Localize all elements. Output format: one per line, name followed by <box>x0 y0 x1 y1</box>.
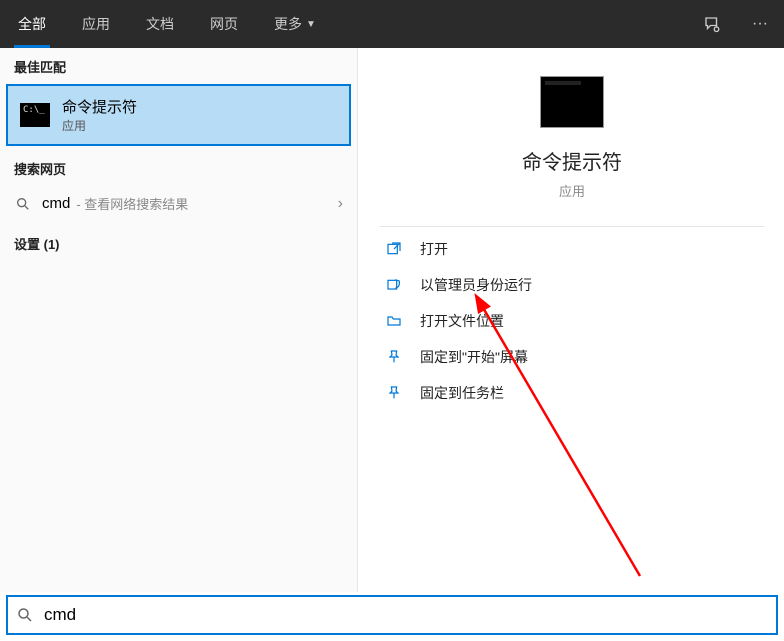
action-label: 以管理员身份运行 <box>420 275 532 295</box>
detail-subtitle: 应用 <box>559 181 585 200</box>
chevron-down-icon: ▼ <box>306 19 316 30</box>
tab-web[interactable]: 网页 <box>192 0 256 48</box>
search-bar[interactable] <box>6 595 778 635</box>
search-input[interactable] <box>44 605 768 625</box>
cmd-icon: C:\_ <box>20 103 50 127</box>
best-match-subtitle: 应用 <box>62 117 137 134</box>
more-icon[interactable]: ··· <box>736 0 784 48</box>
web-hint: - 查看网络搜索结果 <box>76 194 188 213</box>
action-open[interactable]: 打开 <box>380 231 764 267</box>
tab-label: 网页 <box>210 14 238 34</box>
divider <box>380 226 764 227</box>
tab-more[interactable]: 更多 ▼ <box>256 0 334 48</box>
best-match-item[interactable]: C:\_ 命令提示符 应用 <box>6 84 351 146</box>
tab-label: 应用 <box>82 14 110 34</box>
shield-icon <box>384 275 404 295</box>
chevron-right-icon: › <box>338 195 343 213</box>
top-tab-bar: 全部 应用 文档 网页 更多 ▼ ··· <box>0 0 784 48</box>
app-thumbnail-icon <box>540 76 604 128</box>
tab-label: 全部 <box>18 14 46 34</box>
tab-label: 更多 <box>274 14 302 34</box>
action-label: 打开 <box>420 239 448 259</box>
tab-all[interactable]: 全部 <box>0 0 64 48</box>
tab-docs[interactable]: 文档 <box>128 0 192 48</box>
section-settings: 设置 (1) <box>0 225 357 257</box>
search-icon <box>14 195 32 213</box>
section-search-web: 搜索网页 <box>0 150 357 182</box>
best-match-title: 命令提示符 <box>62 96 137 117</box>
folder-icon <box>384 311 404 331</box>
action-label: 打开文件位置 <box>420 311 504 331</box>
action-pin-taskbar[interactable]: 固定到任务栏 <box>380 375 764 411</box>
action-run-admin[interactable]: 以管理员身份运行 <box>380 267 764 303</box>
detail-title: 命令提示符 <box>522 146 622 175</box>
results-panel: 最佳匹配 C:\_ 命令提示符 应用 搜索网页 cmd - 查看网络搜索结果 ›… <box>0 48 358 592</box>
web-search-item[interactable]: cmd - 查看网络搜索结果 › <box>0 182 357 225</box>
section-best-match: 最佳匹配 <box>0 48 357 80</box>
web-query: cmd <box>42 195 70 212</box>
feedback-icon[interactable] <box>688 0 736 48</box>
open-icon <box>384 239 404 259</box>
action-label: 固定到"开始"屏幕 <box>420 347 528 367</box>
action-open-location[interactable]: 打开文件位置 <box>380 303 764 339</box>
tab-label: 文档 <box>146 14 174 34</box>
action-label: 固定到任务栏 <box>420 383 504 403</box>
action-pin-start[interactable]: 固定到"开始"屏幕 <box>380 339 764 375</box>
detail-panel: 命令提示符 应用 打开 以管理员身份运行 打开文件位置 固定到"开始"屏幕 固定… <box>358 48 784 592</box>
search-icon <box>16 605 36 625</box>
pin-icon <box>384 347 404 367</box>
pin-icon <box>384 383 404 403</box>
tab-apps[interactable]: 应用 <box>64 0 128 48</box>
